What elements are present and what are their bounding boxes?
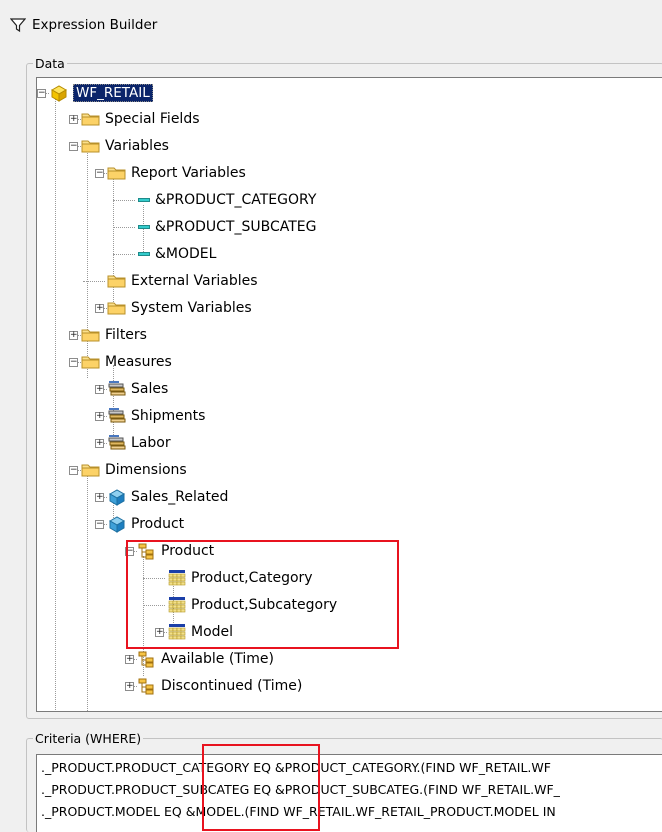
tree-connector-line: [55, 98, 56, 711]
variable-icon: [137, 249, 151, 259]
data-group-label: Data: [35, 56, 65, 71]
tree-item[interactable]: &PRODUCT_CATEGORY: [137, 189, 316, 211]
expand-button[interactable]: +: [95, 412, 104, 421]
collapse-button[interactable]: −: [69, 142, 78, 151]
tree-item[interactable]: Sales_Related: [107, 486, 228, 508]
expand-button[interactable]: +: [69, 331, 78, 340]
collapse-button[interactable]: −: [95, 520, 104, 529]
folder-icon: [107, 300, 127, 316]
window-title: Expression Builder: [32, 17, 158, 33]
tree-item[interactable]: Dimensions: [81, 459, 187, 481]
measure-group-icon: [107, 407, 127, 425]
highlight-box-criteria: [202, 744, 320, 831]
tree-item[interactable]: &PRODUCT_SUBCATEG: [137, 216, 316, 238]
folder-icon: [107, 165, 127, 181]
folder-icon: [81, 111, 101, 127]
tree-item[interactable]: Available (Time): [137, 648, 274, 670]
expand-button[interactable]: +: [125, 655, 134, 664]
tree-item[interactable]: &MODEL: [137, 243, 216, 265]
collapse-button[interactable]: −: [37, 89, 46, 98]
expand-button[interactable]: +: [95, 493, 104, 502]
expand-button[interactable]: +: [95, 304, 104, 313]
cube-icon: [49, 84, 69, 102]
tree-item-label: Sales: [131, 381, 169, 397]
variable-icon: [137, 195, 151, 205]
tree-item-label: Available (Time): [161, 651, 275, 667]
folder-icon: [107, 273, 127, 289]
tree-item[interactable]: Report Variables: [107, 162, 246, 184]
tree-item[interactable]: System Variables: [107, 297, 252, 319]
expand-button[interactable]: +: [69, 115, 78, 124]
tree-item-label: Report Variables: [131, 165, 246, 181]
tree-item[interactable]: External Variables: [107, 270, 258, 292]
highlight-box-product-hierarchy: [126, 540, 399, 649]
tree-item-label: Shipments: [131, 408, 206, 424]
tree-item-label: Variables: [105, 138, 169, 154]
tree-item-label: System Variables: [131, 300, 252, 316]
folder-icon: [81, 138, 101, 154]
measure-group-icon: [107, 434, 127, 452]
expand-button[interactable]: +: [125, 682, 134, 691]
tree-item-label: Special Fields: [105, 111, 200, 127]
variable-icon: [137, 222, 151, 232]
window-title-bar: Expression Builder: [10, 15, 157, 35]
tree-connector-line: [113, 200, 135, 201]
criteria-group-label: Criteria (WHERE): [35, 731, 142, 746]
tree-connector-line: [87, 473, 88, 711]
tree-item-label: &PRODUCT_SUBCATEG: [155, 219, 317, 235]
hierarchy-icon: [137, 677, 157, 695]
collapse-button[interactable]: −: [69, 358, 78, 367]
filter-icon: [10, 17, 26, 33]
tree-item-label: &PRODUCT_CATEGORY: [155, 192, 317, 208]
tree-item-label: External Variables: [131, 273, 258, 289]
collapse-button[interactable]: −: [95, 169, 104, 178]
tree-item[interactable]: Product: [107, 513, 184, 535]
folder-icon: [81, 354, 101, 370]
tree-item-label: WF_RETAIL: [73, 84, 153, 102]
tree-item[interactable]: Labor: [107, 432, 171, 454]
tree-item-label: Dimensions: [105, 462, 187, 478]
tree-connector-line: [113, 227, 135, 228]
criteria-list[interactable]: ._PRODUCT.PRODUCT_CATEGORY EQ &PRODUCT_C…: [36, 754, 662, 832]
tree-item-label: Measures: [105, 354, 172, 370]
expand-button[interactable]: +: [95, 439, 104, 448]
tree-item-label: &MODEL: [155, 246, 217, 262]
folder-icon: [81, 327, 101, 343]
tree-item[interactable]: Filters: [81, 324, 147, 346]
measure-group-icon: [107, 380, 127, 398]
tree-item[interactable]: Special Fields: [81, 108, 200, 130]
tree-item-label: Product: [131, 516, 185, 532]
tree-item-label: Discontinued (Time): [161, 678, 303, 694]
tree-item[interactable]: Discontinued (Time): [137, 675, 302, 697]
folder-icon: [81, 462, 101, 478]
dimension-icon: [107, 488, 127, 506]
expand-button[interactable]: +: [95, 385, 104, 394]
dimension-icon: [107, 515, 127, 533]
tree-item-label: Labor: [131, 435, 171, 451]
tree-item[interactable]: Shipments: [107, 405, 205, 427]
tree-item[interactable]: WF_RETAIL: [49, 82, 153, 104]
tree-item[interactable]: Sales: [107, 378, 168, 400]
tree-item-label: Sales_Related: [131, 489, 229, 505]
tree-item[interactable]: Measures: [81, 351, 172, 373]
tree-item[interactable]: Variables: [81, 135, 169, 157]
tree-connector-line: [83, 281, 105, 282]
hierarchy-icon: [137, 650, 157, 668]
collapse-button[interactable]: −: [69, 466, 78, 475]
tree-item-label: Filters: [105, 327, 147, 343]
tree-connector-line: [113, 254, 135, 255]
